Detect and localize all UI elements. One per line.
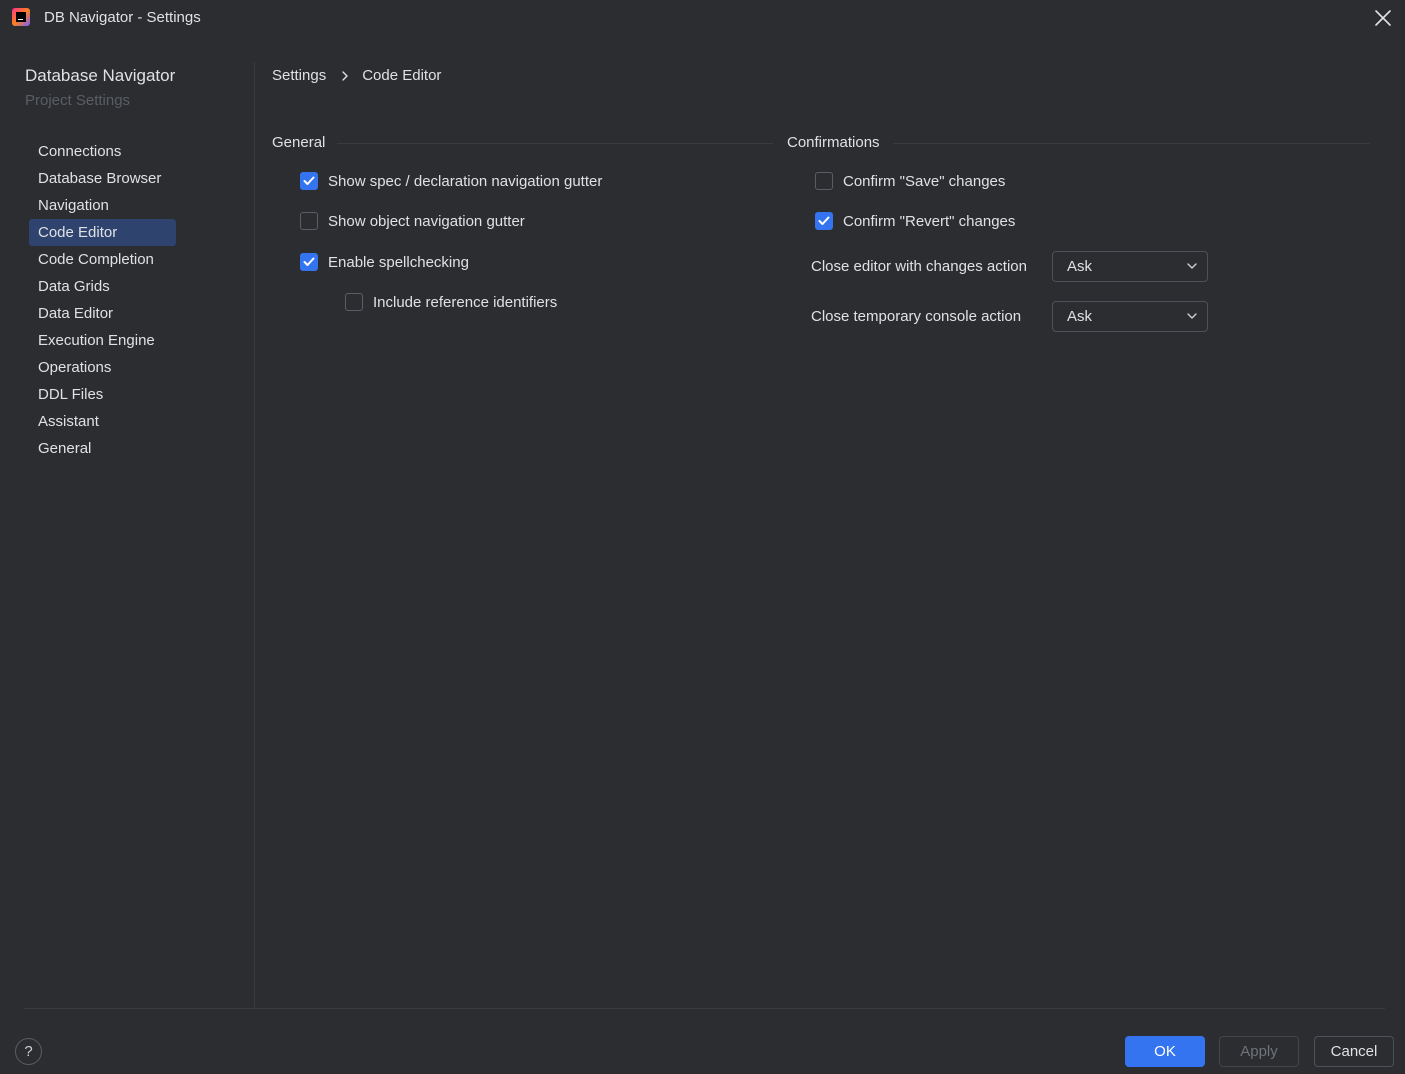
sidebar-item-code-completion[interactable]: Code Completion — [29, 246, 176, 273]
close-editor-action-label: Close editor with changes action — [811, 258, 1027, 275]
confirm-revert-checkbox-row[interactable]: Confirm "Revert" changes — [815, 212, 1015, 230]
sidebar-item-ddl-files[interactable]: DDL Files — [29, 381, 176, 408]
show-object-gutter-checkbox[interactable] — [300, 212, 318, 230]
settings-content: Settings Code Editor General Show spec /… — [255, 36, 1405, 1008]
include-ref-ids-checkbox[interactable] — [345, 293, 363, 311]
general-section-title: General — [272, 134, 326, 151]
confirm-save-label: Confirm "Save" changes — [843, 172, 1006, 190]
title-bar: DB Navigator - Settings — [0, 0, 1405, 36]
enable-spellcheck-checkbox-row[interactable]: Enable spellchecking — [300, 253, 469, 271]
sidebar-item-data-editor[interactable]: Data Editor — [29, 300, 176, 327]
show-spec-gutter-checkbox[interactable] — [300, 172, 318, 190]
general-section-divider — [337, 143, 773, 144]
show-spec-gutter-checkbox-row[interactable]: Show spec / declaration navigation gutte… — [300, 172, 602, 190]
help-button[interactable]: ? — [15, 1038, 42, 1065]
close-console-action-value: Ask — [1067, 308, 1093, 325]
enable-spellcheck-label: Enable spellchecking — [328, 253, 469, 271]
app-logo-icon — [12, 8, 30, 26]
chevron-right-icon — [342, 70, 348, 81]
sidebar-item-assistant[interactable]: Assistant — [29, 408, 176, 435]
confirm-save-checkbox-row[interactable]: Confirm "Save" changes — [815, 172, 1005, 190]
sidebar-item-general[interactable]: General — [29, 435, 176, 462]
sidebar-item-data-grids[interactable]: Data Grids — [29, 273, 176, 300]
sidebar-item-connections[interactable]: Connections — [29, 138, 176, 165]
sidebar-item-code-editor[interactable]: Code Editor — [29, 219, 176, 246]
checkmark-icon — [303, 257, 315, 266]
show-object-gutter-label: Show object navigation gutter — [328, 212, 525, 230]
sidebar-app-name: Database Navigator — [25, 66, 176, 85]
confirmations-section-divider — [893, 143, 1370, 144]
enable-spellcheck-checkbox[interactable] — [300, 253, 318, 271]
close-editor-action-select[interactable]: Ask — [1052, 251, 1208, 282]
settings-sidebar: Database Navigator Project Settings Conn… — [0, 36, 255, 1008]
sidebar-app-subtitle: Project Settings — [25, 92, 131, 109]
confirm-save-checkbox[interactable] — [815, 172, 833, 190]
footer-divider — [24, 1008, 1385, 1009]
include-ref-ids-checkbox-row[interactable]: Include reference identifiers — [345, 293, 557, 311]
sidebar-item-execution-engine[interactable]: Execution Engine — [29, 327, 176, 354]
close-console-action-label: Close temporary console action — [811, 308, 1022, 325]
confirmations-section-title: Confirmations — [787, 134, 880, 151]
checkmark-icon — [303, 176, 315, 185]
chevron-down-icon — [1187, 313, 1197, 319]
close-icon — [1375, 10, 1391, 26]
cancel-button[interactable]: Cancel — [1314, 1036, 1394, 1067]
window-title: DB Navigator - Settings — [44, 9, 201, 26]
close-button[interactable] — [1371, 6, 1395, 30]
breadcrumb-current: Code Editor — [362, 67, 442, 84]
sidebar-nav: Connections Database Browser Navigation … — [29, 138, 176, 462]
breadcrumb-settings[interactable]: Settings — [272, 67, 326, 84]
sidebar-item-operations[interactable]: Operations — [29, 354, 176, 381]
confirm-revert-label: Confirm "Revert" changes — [843, 212, 1016, 230]
close-editor-action-value: Ask — [1067, 258, 1093, 275]
breadcrumb: Settings Code Editor — [272, 67, 441, 84]
checkmark-icon — [818, 216, 830, 225]
show-object-gutter-checkbox-row[interactable]: Show object navigation gutter — [300, 212, 525, 230]
chevron-down-icon — [1187, 263, 1197, 269]
apply-button[interactable]: Apply — [1219, 1036, 1299, 1067]
sidebar-item-database-browser[interactable]: Database Browser — [29, 165, 176, 192]
show-spec-gutter-label: Show spec / declaration navigation gutte… — [328, 172, 603, 190]
ok-button[interactable]: OK — [1125, 1036, 1205, 1067]
include-ref-ids-label: Include reference identifiers — [373, 293, 558, 311]
sidebar-item-navigation[interactable]: Navigation — [29, 192, 176, 219]
confirm-revert-checkbox[interactable] — [815, 212, 833, 230]
close-console-action-select[interactable]: Ask — [1052, 301, 1208, 332]
